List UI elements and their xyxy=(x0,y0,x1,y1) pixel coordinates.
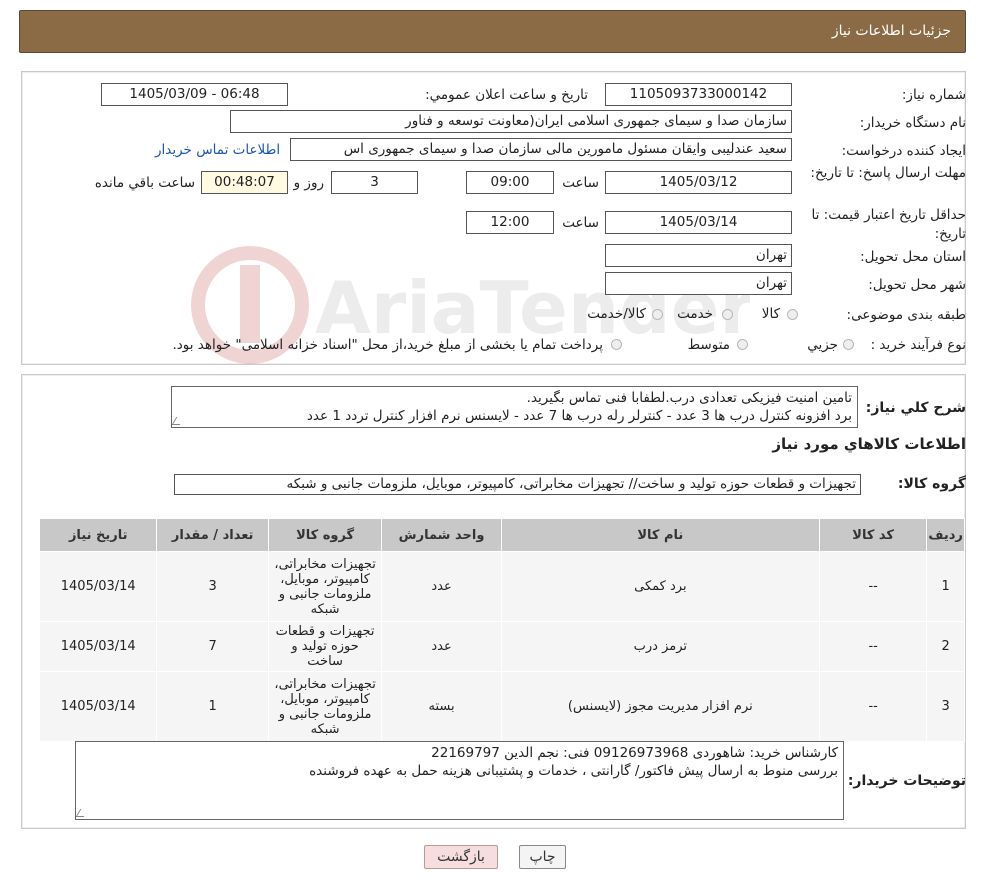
cell-qty: 1 xyxy=(156,671,269,742)
goods-group-label: گروه کالا: xyxy=(897,476,966,492)
col-qty: تعداد / مقدار xyxy=(156,518,269,552)
cell-group: تجهیزات مخابراتی، کامپیوتر، موبایل، ملزو… xyxy=(267,671,383,742)
delivery-province-field: تهران xyxy=(605,244,792,267)
buyer-notes-label: توضیحات خریدار: xyxy=(847,773,966,789)
reply-date-field: 1405/03/12 xyxy=(605,171,792,194)
print-button[interactable]: چاپ xyxy=(519,845,566,869)
col-code: کد کالا xyxy=(818,518,928,552)
category-label: طبقه بندی موضوعی: xyxy=(846,307,966,323)
process-radio-minor[interactable] xyxy=(843,339,854,350)
process-radio-treasury[interactable] xyxy=(611,339,622,350)
reply-time-field: 09:00 xyxy=(466,171,554,194)
cell-code: -- xyxy=(818,551,928,622)
cell-code: -- xyxy=(818,621,928,672)
table-row: 3 -- نرم افزار مدیریت مجوز (لایسنس) بسته… xyxy=(38,671,965,742)
process-type-label: نوع فرآيند خريد : xyxy=(870,337,966,353)
price-validity-label: حداقل تاريخ اعتبار قيمت: تا تاريخ: xyxy=(811,207,966,242)
cell-qty: 7 xyxy=(156,621,269,672)
reply-time-label: ساعت xyxy=(562,175,599,191)
items-table: رديف کد کالا نام کالا واحد شمارش گروه کا… xyxy=(38,518,965,742)
category-option-goods: کالا xyxy=(761,306,780,322)
cell-row: 1 xyxy=(926,551,965,622)
buyer-notes-line-2: بررسی منوط به ارسال پیش فاکتور/ گارانتی … xyxy=(309,763,838,779)
cell-name: نرم افزار مدیریت مجوز (لایسنس) xyxy=(500,671,820,742)
back-button[interactable]: بازگشت xyxy=(424,845,498,869)
process-treasury-note: پرداخت تمام یا بخشی از مبلغ خرید،از محل … xyxy=(172,337,603,353)
items-table-wrapper: رديف کد کالا نام کالا واحد شمارش گروه کا… xyxy=(38,518,965,742)
col-unit: واحد شمارش xyxy=(381,518,502,552)
buyer-notes-line-1: کارشناس خرید: شاهوردی 09126973968 فنی: ن… xyxy=(431,745,838,761)
days-and-label: روز و xyxy=(293,175,324,191)
cell-name: برد کمکی xyxy=(500,551,820,622)
table-row: 2 -- ترمز درب عدد تجهیزات و قطعات حوزه ت… xyxy=(38,621,965,672)
cell-date: 1405/03/14 xyxy=(38,621,158,672)
col-name: نام کالا xyxy=(500,518,820,552)
validity-time-field: 12:00 xyxy=(466,211,554,234)
general-desc-line-1: تامین امنیت فیزیکی تعدادی درب.لطفابا فنی… xyxy=(526,390,852,406)
buyer-notes-textarea[interactable]: کارشناس خرید: شاهوردی 09126973968 فنی: ن… xyxy=(75,741,844,820)
process-option-medium: متوسط xyxy=(687,337,730,353)
cell-qty: 3 xyxy=(156,551,269,622)
cell-group: تجهیزات و قطعات حوزه تولید و ساخت xyxy=(267,621,383,672)
delivery-province-label: استان محل تحويل: xyxy=(860,249,966,265)
need-number-field: 1105093733000142 xyxy=(605,83,792,106)
col-group: گروه کالا xyxy=(267,518,383,552)
category-option-goods-service: کالا/خدمت xyxy=(587,306,646,322)
category-option-service: خدمت xyxy=(677,306,713,322)
category-radio-goods[interactable] xyxy=(787,309,798,320)
announce-datetime-field: 1405/03/09 - 06:48 xyxy=(101,83,288,106)
requester-label: ایجاد کننده درخواست: xyxy=(841,143,966,159)
page-header: جزئیات اطلاعات نیاز xyxy=(19,10,966,53)
page-title: جزئیات اطلاعات نیاز xyxy=(831,23,951,39)
cell-unit: عدد xyxy=(381,621,502,672)
validity-date-field: 1405/03/14 xyxy=(605,211,792,234)
buyer-contact-link[interactable]: اطلاعات تماس خریدار xyxy=(155,142,280,158)
remaining-days-field: 3 xyxy=(331,171,418,194)
cell-date: 1405/03/14 xyxy=(38,671,158,742)
buyer-org-field: سازمان صدا و سیمای جمهوری اسلامی ایران(م… xyxy=(230,110,792,133)
cell-group: تجهیزات مخابراتی، کامپیوتر، موبایل، ملزو… xyxy=(267,551,383,622)
cell-code: -- xyxy=(818,671,928,742)
announce-datetime-label: تاريخ و ساعت اعلان عمومي: xyxy=(425,87,588,103)
need-number-label: شماره نیاز: xyxy=(901,87,966,103)
delivery-city-label: شهر محل تحويل: xyxy=(868,277,966,293)
cell-unit: بسته xyxy=(381,671,502,742)
remaining-label: ساعت باقي مانده xyxy=(94,175,195,191)
process-radio-medium[interactable] xyxy=(737,339,748,350)
category-radio-goods-service[interactable] xyxy=(652,309,663,320)
requester-field: سعید عندلیبی وایقان مسئول مامورین مالی س… xyxy=(290,138,792,161)
resize-handle-icon[interactable] xyxy=(76,809,89,817)
delivery-city-field: تهران xyxy=(605,272,792,295)
reply-deadline-label: مهلت ارسال پاسخ: تا تاریخ: xyxy=(810,165,966,181)
cell-date: 1405/03/14 xyxy=(38,551,158,622)
cell-unit: عدد xyxy=(381,551,502,622)
goods-info-heading: اطلاعات کالاهاي مورد نياز xyxy=(772,435,966,453)
goods-group-field: تجهیزات و قطعات حوزه تولید و ساخت// تجهی… xyxy=(174,474,861,495)
validity-time-label: ساعت xyxy=(562,215,599,231)
buyer-org-label: نام دستگاه خريدار: xyxy=(859,115,966,131)
cell-row: 2 xyxy=(926,621,965,672)
cell-name: ترمز درب xyxy=(500,621,820,672)
remaining-time-field: 00:48:07 xyxy=(201,171,288,194)
cell-row: 3 xyxy=(926,671,965,742)
table-header-row: رديف کد کالا نام کالا واحد شمارش گروه کا… xyxy=(38,518,965,552)
general-desc-line-2: برد افزونه کنترل درب ها 3 عدد - کنترلر ر… xyxy=(306,408,852,424)
general-desc-textarea[interactable]: تامین امنیت فیزیکی تعدادی درب.لطفابا فنی… xyxy=(171,386,858,428)
table-row: 1 -- برد کمکی عدد تجهیزات مخابراتی، کامپ… xyxy=(38,551,965,622)
col-date: تاریخ نیاز xyxy=(38,518,158,552)
general-desc-label: شرح کلي نياز: xyxy=(865,400,966,416)
process-option-minor: جزيي xyxy=(807,337,838,353)
col-row: رديف xyxy=(926,518,965,552)
category-radio-service[interactable] xyxy=(722,309,733,320)
